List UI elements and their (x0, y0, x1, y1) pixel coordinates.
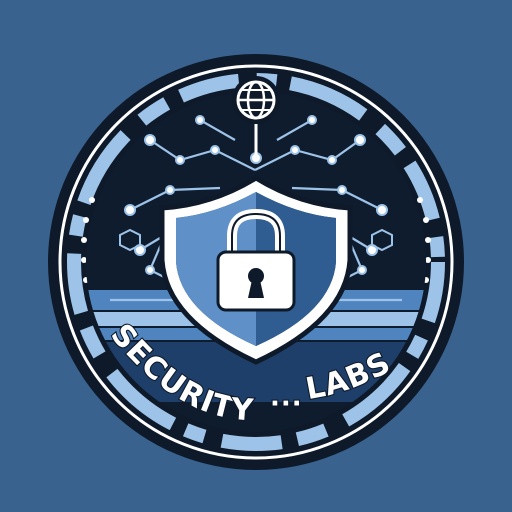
security-labs-logo: SECURITY ··· LABS (0, 0, 512, 512)
logo-emblem: SECURITY ··· LABS (48, 54, 464, 470)
logo-separator: ··· (270, 389, 303, 419)
